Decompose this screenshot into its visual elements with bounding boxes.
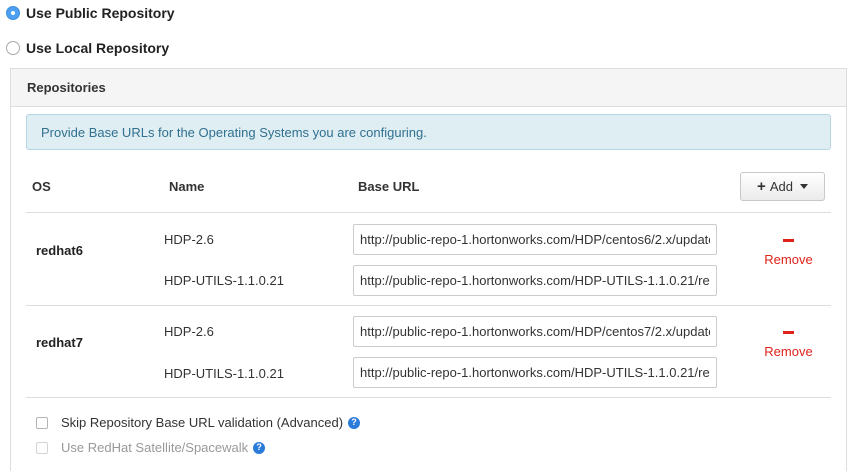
minus-icon [783, 331, 794, 334]
skip-validation-label: Skip Repository Base URL validation (Adv… [61, 415, 344, 430]
os-name-redhat7: redhat7 [36, 335, 83, 350]
remove-label: Remove [764, 344, 813, 359]
info-alert: Provide Base URLs for the Operating Syst… [26, 114, 831, 150]
add-button-label: Add [769, 179, 793, 194]
base-url-input[interactable] [353, 316, 717, 347]
divider [26, 212, 831, 213]
column-header-os: OS [32, 179, 51, 194]
divider [26, 305, 831, 306]
radio-option-public-repo[interactable]: Use Public Repository [6, 5, 175, 21]
repo-name: HDP-UTILS-1.1.0.21 [164, 273, 284, 288]
os-name-redhat6: redhat6 [36, 243, 83, 258]
radio-label-public-repo: Use Public Repository [26, 5, 175, 21]
question-circle-icon[interactable]: ? [348, 416, 361, 429]
redhat-satellite-option: Use RedHat Satellite/Spacewalk ? [36, 440, 266, 455]
skip-validation-checkbox[interactable] [36, 416, 48, 429]
repo-name: HDP-2.6 [164, 232, 214, 247]
repo-name: HDP-2.6 [164, 324, 214, 339]
repo-name: HDP-UTILS-1.1.0.21 [164, 366, 284, 381]
caret-down-icon [799, 184, 808, 189]
question-circle-icon[interactable]: ? [253, 441, 266, 454]
divider [26, 397, 831, 398]
add-os-button[interactable]: + Add [740, 172, 825, 201]
repositories-panel: Repositories Provide Base URLs for the O… [10, 68, 847, 471]
base-url-input[interactable] [353, 357, 717, 388]
redhat-satellite-checkbox [36, 441, 48, 454]
skip-validation-option[interactable]: Skip Repository Base URL validation (Adv… [36, 415, 361, 430]
panel-title: Repositories [11, 69, 846, 107]
plus-icon: + [757, 178, 766, 195]
base-url-input[interactable] [353, 224, 717, 255]
column-header-name: Name [169, 179, 205, 194]
base-url-input[interactable] [353, 265, 717, 296]
column-header-base-url: Base URL [358, 179, 420, 194]
remove-label: Remove [764, 252, 813, 267]
radio-public-repo[interactable] [6, 6, 20, 20]
radio-local-repo[interactable] [6, 41, 20, 55]
radio-label-local-repo: Use Local Repository [26, 40, 170, 56]
radio-option-local-repo[interactable]: Use Local Repository [6, 40, 169, 56]
remove-os-button-redhat7[interactable]: Remove [751, 331, 826, 359]
remove-os-button-redhat6[interactable]: Remove [751, 239, 826, 267]
redhat-satellite-label: Use RedHat Satellite/Spacewalk [61, 440, 249, 455]
info-alert-text: Provide Base URLs for the Operating Syst… [41, 124, 427, 140]
minus-icon [783, 239, 794, 242]
